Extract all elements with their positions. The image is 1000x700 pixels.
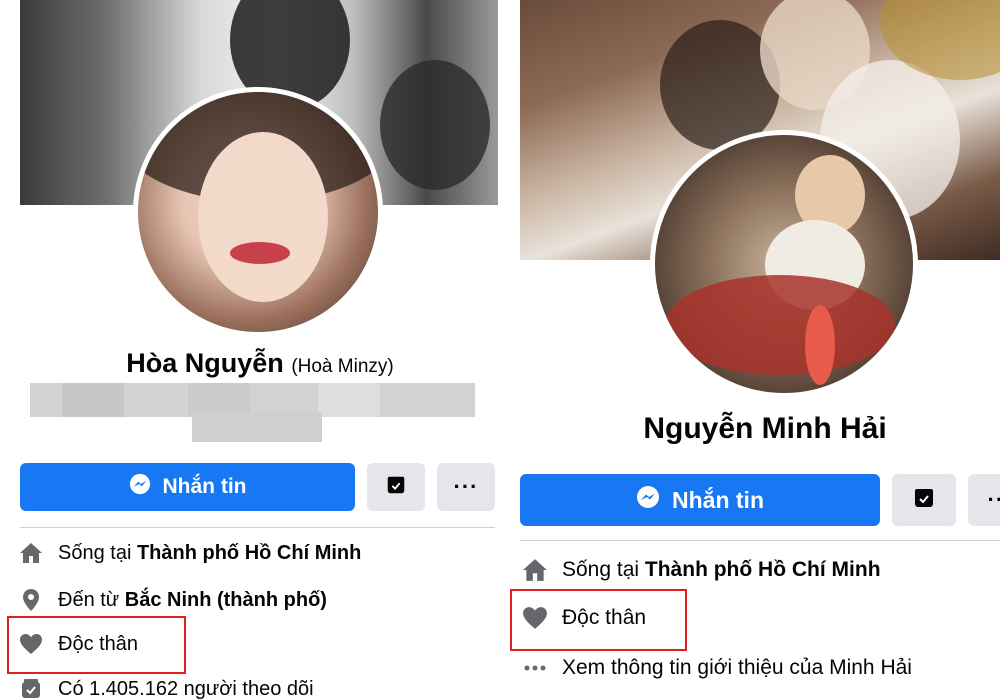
- message-button-label: Nhắn tin: [672, 486, 764, 513]
- save-button[interactable]: [892, 474, 956, 526]
- more-dots-icon: [522, 655, 548, 681]
- bookmark-icon: [912, 486, 936, 515]
- message-button[interactable]: Nhắn tin: [520, 474, 880, 526]
- profile-panel-right: Nguyễn Minh Hải Nhắn tin ··· Sống tại Th…: [510, 0, 1000, 700]
- profile-panel-left: Hòa Nguyễn (Hoà Minzy) Nhắn tin ··· Sống…: [0, 0, 500, 700]
- profile-picture[interactable]: [133, 87, 383, 337]
- followers-icon: [18, 676, 44, 700]
- info-see-about[interactable]: Xem thông tin giới thiệu của Minh Hải: [522, 655, 912, 681]
- profile-picture[interactable]: [650, 130, 918, 398]
- info-lives-in: Sống tại Thành phố Hồ Chí Minh: [522, 557, 881, 583]
- info-from: Đến từ Bắc Ninh (thành phố): [18, 587, 327, 613]
- more-options-button[interactable]: ···: [968, 474, 1000, 526]
- relationship-highlight-box: [7, 616, 186, 674]
- alternate-name: (Hoà Minzy): [291, 356, 394, 377]
- profile-name: Nguyễn Minh Hải: [643, 412, 887, 445]
- profile-name-text: Hòa Nguyễn: [126, 348, 284, 378]
- info-lives-in: Sống tại Thành phố Hồ Chí Minh: [18, 540, 361, 566]
- location-pin-icon: [18, 587, 44, 613]
- messenger-icon: [636, 485, 660, 515]
- profile-name: Hòa Nguyễn (Hoà Minzy): [0, 348, 500, 379]
- relationship-highlight-box: [510, 589, 687, 651]
- info-followers[interactable]: Có 1.405.162 người theo dõi: [18, 676, 314, 700]
- message-button-label: Nhắn tin: [162, 475, 247, 498]
- more-icon: ···: [453, 474, 479, 499]
- message-button[interactable]: Nhắn tin: [20, 463, 355, 511]
- more-icon: ···: [987, 487, 1000, 512]
- bookmark-icon: [385, 474, 407, 501]
- more-options-button[interactable]: ···: [437, 463, 495, 511]
- home-icon: [522, 557, 548, 583]
- home-icon: [18, 540, 44, 566]
- divider: [520, 540, 1000, 541]
- divider: [20, 527, 495, 528]
- messenger-icon: [129, 473, 151, 501]
- save-button[interactable]: [367, 463, 425, 511]
